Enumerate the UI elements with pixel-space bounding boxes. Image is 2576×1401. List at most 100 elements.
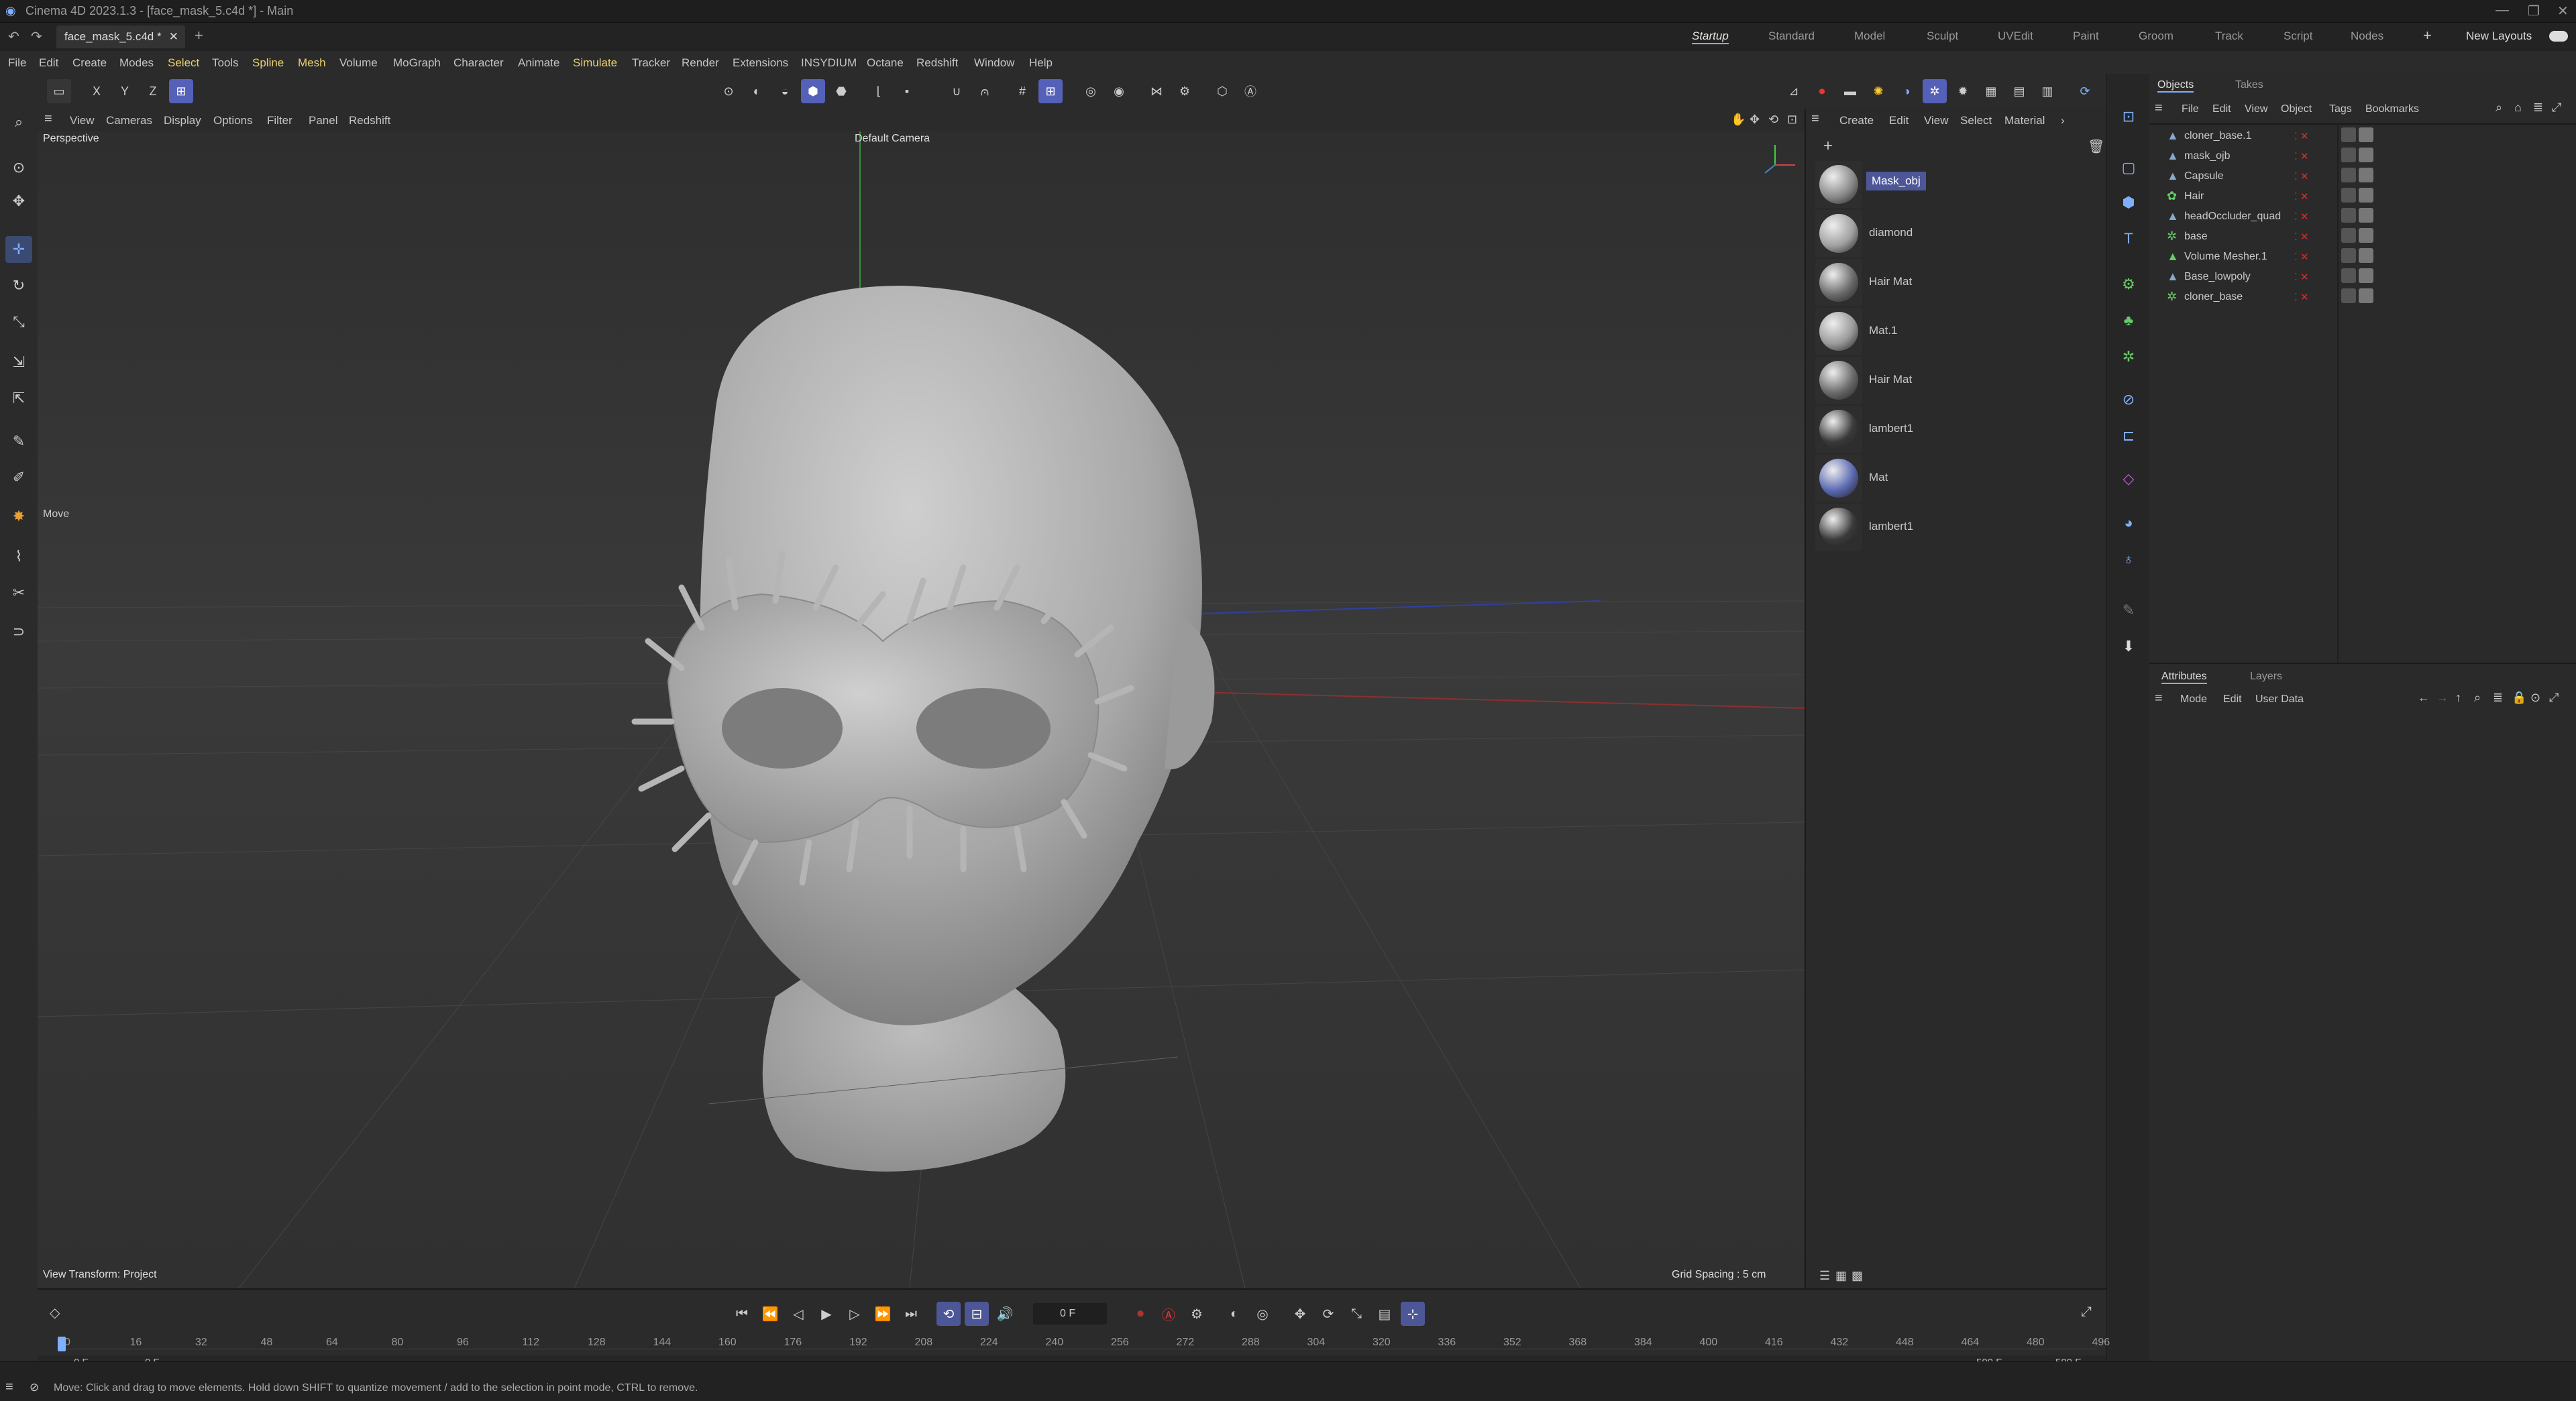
object-tags[interactable] — [2341, 208, 2373, 223]
spline-pen-icon[interactable]: ✎ — [5, 428, 32, 455]
objects-menu-object[interactable]: Object — [2281, 103, 2312, 115]
menu-extensions[interactable]: Extensions — [733, 56, 788, 70]
motion-icon[interactable]: ◐ — [1222, 1302, 1246, 1326]
object-row[interactable]: ✲ cloner_base ⁚ ✕ — [2149, 287, 2576, 307]
go-to-end-icon[interactable]: ⏭ — [899, 1302, 923, 1326]
new-layouts-button[interactable]: New Layouts — [2466, 30, 2532, 43]
loop-icon[interactable]: ⟲ — [936, 1302, 961, 1326]
add-layout-icon[interactable]: + — [2423, 27, 2432, 44]
go-to-start-icon[interactable]: ⏮ — [730, 1302, 754, 1326]
object-tags[interactable] — [2341, 148, 2373, 162]
menu-octane[interactable]: Octane — [867, 56, 904, 70]
large-view-icon[interactable]: ▩ — [1851, 1269, 1863, 1283]
layout-toggle[interactable] — [2549, 31, 2568, 42]
viewport-maximize-icon[interactable]: ⊡ — [1787, 113, 1797, 127]
redo-icon[interactable]: ↷ — [31, 28, 42, 45]
object-row[interactable]: ▲ cloner_base.1 ⁚ ✕ — [2149, 126, 2576, 146]
object-row[interactable]: ▲ Capsule ⁚ ✕ — [2149, 166, 2576, 186]
previous-key-icon[interactable]: ⏪ — [758, 1302, 782, 1326]
light-object-icon[interactable]: ♁ — [2115, 546, 2142, 573]
material-menu-create[interactable]: Create — [1839, 114, 1874, 127]
material-more-icon[interactable]: › — [2061, 114, 2065, 127]
rotation-key-icon[interactable]: ⟳ — [1316, 1302, 1340, 1326]
model-mode-icon[interactable]: ▭ — [47, 79, 71, 103]
viewport-menu-cameras[interactable]: Cameras — [106, 114, 152, 127]
minimize-icon[interactable]: — — [2496, 3, 2509, 18]
download-icon[interactable]: ⬇ — [2115, 633, 2142, 660]
playhead[interactable] — [58, 1337, 66, 1351]
snap-icon[interactable]: ∪ — [945, 79, 969, 103]
layout-tab-sculpt[interactable]: Sculpt — [1927, 30, 1958, 43]
add-material-icon[interactable]: + — [1823, 137, 1833, 156]
object-tags[interactable] — [2341, 168, 2373, 182]
mesh-check-icon[interactable]: ⬡ — [1210, 79, 1234, 103]
sky-icon[interactable]: ◕ — [2115, 510, 2142, 537]
material-icon[interactable]: ◑ — [1894, 79, 1919, 103]
menu-help[interactable]: Help — [1029, 56, 1053, 70]
menu-simulate[interactable]: Simulate — [573, 56, 617, 70]
layout-tab-track[interactable]: Track — [2215, 30, 2243, 43]
layout-tab-model[interactable]: Model — [1854, 30, 1885, 43]
objects-menu-edit[interactable]: Edit — [2212, 103, 2231, 115]
sketch-tool-icon[interactable]: ✐ — [5, 464, 32, 491]
rotate-tool-icon[interactable]: ↻ — [5, 272, 32, 299]
object-row[interactable]: ✿ Hair ⁚ ✕ — [2149, 186, 2576, 207]
layout-tab-nodes[interactable]: Nodes — [2351, 30, 2383, 43]
range-icon[interactable]: ⊟ — [965, 1302, 989, 1326]
viewport-menu-redshift[interactable]: Redshift — [349, 114, 390, 127]
selection-tools-icon[interactable]: ✥ — [5, 188, 32, 215]
grid-snap-icon[interactable]: ⊞ — [1038, 79, 1063, 103]
add-tab-icon[interactable]: + — [195, 27, 203, 44]
delete-material-icon[interactable]: 🗑 — [2088, 138, 2104, 155]
object-row[interactable]: ▲ Base_lowpoly ⁚ ✕ — [2149, 267, 2576, 287]
search-icon[interactable]: ⌕ — [5, 109, 32, 135]
menu-file[interactable]: File — [8, 56, 26, 70]
next-key-icon[interactable]: ⏩ — [871, 1302, 895, 1326]
undo-icon[interactable]: ↶ — [8, 28, 19, 45]
brush-tool-icon[interactable]: ⌇ — [5, 543, 32, 570]
material-item[interactable]: Hair Mat — [1815, 259, 2097, 306]
menu-mesh[interactable]: Mesh — [298, 56, 326, 70]
layout-tab-uvedit[interactable]: UVEdit — [1998, 30, 2033, 43]
layout-tab-groom[interactable]: Groom — [2139, 30, 2174, 43]
symmetry-icon[interactable]: ⋈ — [1144, 79, 1169, 103]
attributes-search-icon[interactable]: ⌕ — [2474, 691, 2481, 705]
file-tab[interactable]: face_mask_5.c4d * ✕ — [56, 25, 185, 48]
move-tool-icon[interactable]: ✛ — [5, 236, 32, 263]
object-mode-icon[interactable]: ⬢ — [801, 79, 825, 103]
layout-tab-standard[interactable]: Standard — [1768, 30, 1815, 43]
magnet-tool-icon[interactable]: ⊃ — [5, 618, 32, 645]
material-menu-edit[interactable]: Edit — [1889, 114, 1909, 127]
tab-takes[interactable]: Takes — [2235, 79, 2263, 91]
attributes-forward-icon[interactable]: → — [2436, 691, 2449, 705]
object-tags[interactable] — [2341, 288, 2373, 303]
workplane-icon[interactable]: ⌊ — [867, 79, 891, 103]
material-menu-material[interactable]: Material — [2004, 114, 2045, 127]
viewport-menu-options[interactable]: Options — [213, 114, 253, 127]
objects-menu-tags[interactable]: Tags — [2329, 103, 2352, 115]
material-item[interactable]: lambert1 — [1815, 504, 2097, 551]
objects-menu-file[interactable]: File — [2182, 103, 2199, 115]
layout-tab-startup[interactable]: Startup — [1692, 30, 1729, 44]
scale-key-icon[interactable]: ⤡ — [1344, 1302, 1368, 1326]
render-queue-icon[interactable]: ▤ — [2007, 79, 2031, 103]
menu-character[interactable]: Character — [453, 56, 504, 70]
autokey-icon[interactable]: Ⓐ — [1157, 1302, 1181, 1326]
solo-icon[interactable]: ▪ — [895, 79, 919, 103]
menu-tracker[interactable]: Tracker — [632, 56, 670, 70]
attributes-lock-icon[interactable]: 🔒 — [2512, 691, 2526, 705]
visibility-dots-icon[interactable]: ⁚ ✕ — [2294, 170, 2309, 182]
grid-icon[interactable]: # — [1010, 79, 1034, 103]
objects-filter-icon[interactable]: ≣ — [2533, 101, 2543, 115]
attributes-settings-icon[interactable]: ⊙ — [2530, 691, 2540, 705]
material-hamburger-icon[interactable]: ≡ — [1811, 111, 1819, 127]
menu-redshift[interactable]: Redshift — [916, 56, 958, 70]
menu-insydium[interactable]: INSYDIUM — [801, 56, 857, 70]
layout-tab-script[interactable]: Script — [2284, 30, 2312, 43]
ipr-icon[interactable]: ✹ — [1951, 79, 1975, 103]
next-frame-icon[interactable]: ▷ — [843, 1302, 867, 1326]
light-icon[interactable]: ✺ — [1866, 79, 1890, 103]
viewport-menu-filter[interactable]: Filter — [267, 114, 292, 127]
axis-z-button[interactable]: Z — [141, 79, 165, 103]
material-item[interactable]: Mat.1 — [1815, 308, 2097, 355]
